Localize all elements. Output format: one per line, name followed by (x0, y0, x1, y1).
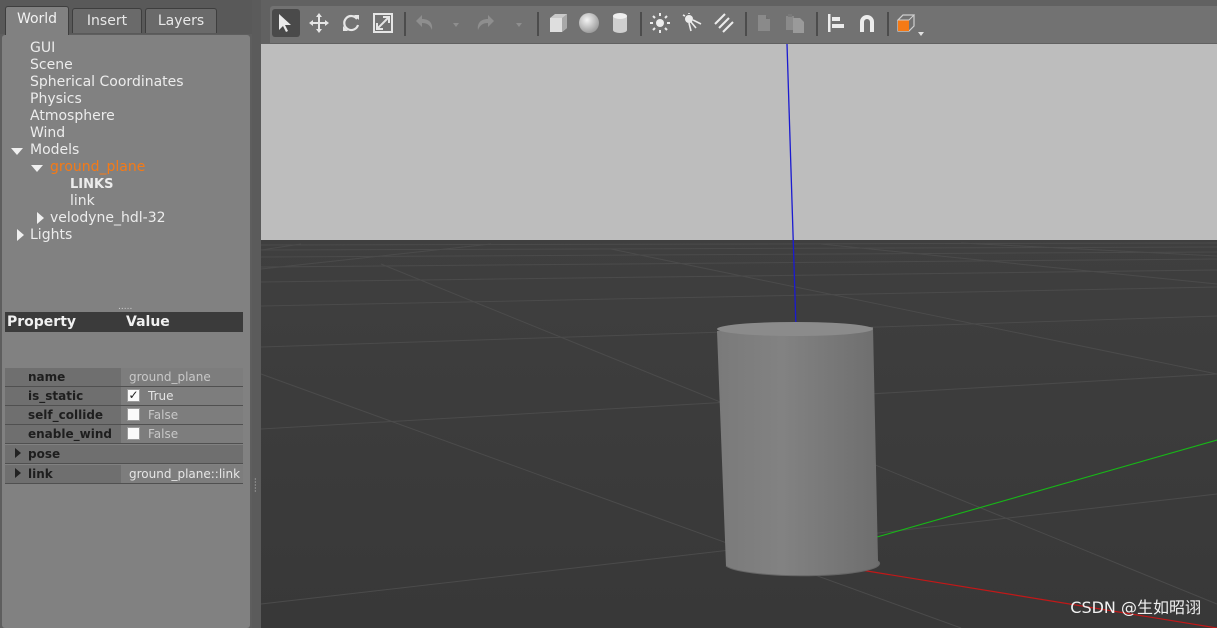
tree-item-models[interactable]: Models (30, 142, 79, 159)
tree-header-links: LINKS (70, 177, 114, 192)
render-viewport[interactable]: CSDN @生如昭诩 (261, 44, 1217, 628)
expand-link-icon[interactable] (15, 468, 21, 478)
scale-icon[interactable] (369, 9, 397, 37)
rotate-icon[interactable] (337, 9, 365, 37)
tree-item-lights[interactable]: Lights (30, 227, 72, 244)
left-panel-splitter[interactable] (252, 0, 261, 628)
property-key: enable_wind (5, 425, 121, 443)
select-arrow-icon[interactable] (272, 9, 300, 37)
property-value: ground_plane (129, 370, 211, 384)
translate-icon[interactable] (305, 9, 333, 37)
property-row-is-static[interactable]: is_static ✓ True (5, 387, 243, 406)
expand-pose-icon[interactable] (15, 448, 21, 458)
watermark-text: CSDN @生如昭诩 (1070, 598, 1201, 617)
expand-lights-icon[interactable] (17, 229, 24, 241)
property-key: link (5, 465, 121, 483)
toolbar-separator (640, 12, 642, 36)
property-value: True (148, 389, 174, 403)
property-table-header: Property Value (5, 312, 243, 332)
toolbar-separator (745, 12, 747, 36)
property-key: name (5, 368, 121, 386)
view-angle-dropdown-icon[interactable] (916, 24, 926, 36)
self-collide-checkbox[interactable] (127, 408, 140, 421)
tree-item-link[interactable]: link (70, 193, 95, 210)
expand-velodyne-icon[interactable] (37, 212, 44, 224)
undo-icon[interactable] (410, 9, 438, 37)
splitter-grip-icon[interactable]: · · · · · (254, 476, 258, 496)
property-key: self_collide (5, 406, 121, 424)
spot-light-icon[interactable] (678, 9, 706, 37)
sphere-icon[interactable] (575, 9, 603, 37)
is-static-checkbox[interactable]: ✓ (127, 389, 140, 402)
tree-item-spherical-coordinates[interactable]: Spherical Coordinates (30, 74, 184, 91)
property-row-name[interactable]: name ground_plane (5, 368, 243, 387)
property-row-self-collide[interactable]: self_collide False (5, 406, 243, 425)
directional-light-icon[interactable] (710, 9, 738, 37)
expand-ground-plane-icon[interactable] (31, 165, 43, 172)
toolbar-separator (404, 12, 406, 36)
tree-item-scene[interactable]: Scene (30, 57, 73, 74)
tree-item-ground-plane[interactable]: ground_plane (50, 159, 145, 176)
property-value: ground_plane::link (129, 467, 241, 481)
toolbar-separator (816, 12, 818, 36)
box-icon[interactable] (544, 9, 572, 37)
property-row-link[interactable]: link ground_plane::link (5, 465, 243, 484)
snap-icon[interactable] (853, 9, 881, 37)
undo-history-dropdown-icon[interactable] (451, 15, 461, 27)
property-value: False (148, 408, 179, 422)
paste-icon[interactable] (782, 9, 810, 37)
tab-world[interactable]: World (5, 6, 69, 35)
value-column-header: Value (126, 314, 170, 330)
property-key: is_static (5, 387, 121, 405)
panel-splitter-handle[interactable]: ..... (118, 303, 132, 312)
cylinder-model[interactable] (717, 322, 881, 577)
tab-layers[interactable]: Layers (145, 8, 217, 33)
toolbar-separator (537, 12, 539, 36)
left-panel: World Insert Layers GUI Scene Spherical … (0, 0, 252, 628)
property-key: pose (5, 445, 243, 463)
sky-background (261, 44, 1217, 242)
scene-render (261, 44, 1217, 628)
tab-insert[interactable]: Insert (72, 8, 142, 33)
tree-item-gui[interactable]: GUI (30, 40, 55, 57)
tree-item-velodyne[interactable]: velodyne_hdl-32 (50, 210, 166, 227)
cylinder-icon[interactable] (606, 9, 634, 37)
tree-item-atmosphere[interactable]: Atmosphere (30, 108, 115, 125)
point-light-icon[interactable] (646, 9, 674, 37)
tab-bar: World Insert Layers (0, 0, 252, 35)
align-icon[interactable] (822, 9, 850, 37)
redo-history-dropdown-icon[interactable] (514, 15, 524, 27)
property-value: False (148, 427, 179, 441)
toolbar (261, 0, 1217, 44)
toolbar-strip (270, 6, 1217, 43)
expand-models-icon[interactable] (11, 148, 23, 155)
redo-icon[interactable] (472, 9, 500, 37)
enable-wind-checkbox[interactable] (127, 427, 140, 440)
property-row-pose[interactable]: pose (5, 445, 243, 464)
toolbar-separator (887, 12, 889, 36)
copy-icon[interactable] (750, 9, 778, 37)
tree-item-physics[interactable]: Physics (30, 91, 82, 108)
tree-item-wind[interactable]: Wind (30, 125, 65, 142)
property-row-enable-wind[interactable]: enable_wind False (5, 425, 243, 444)
property-column-header: Property (7, 314, 77, 330)
